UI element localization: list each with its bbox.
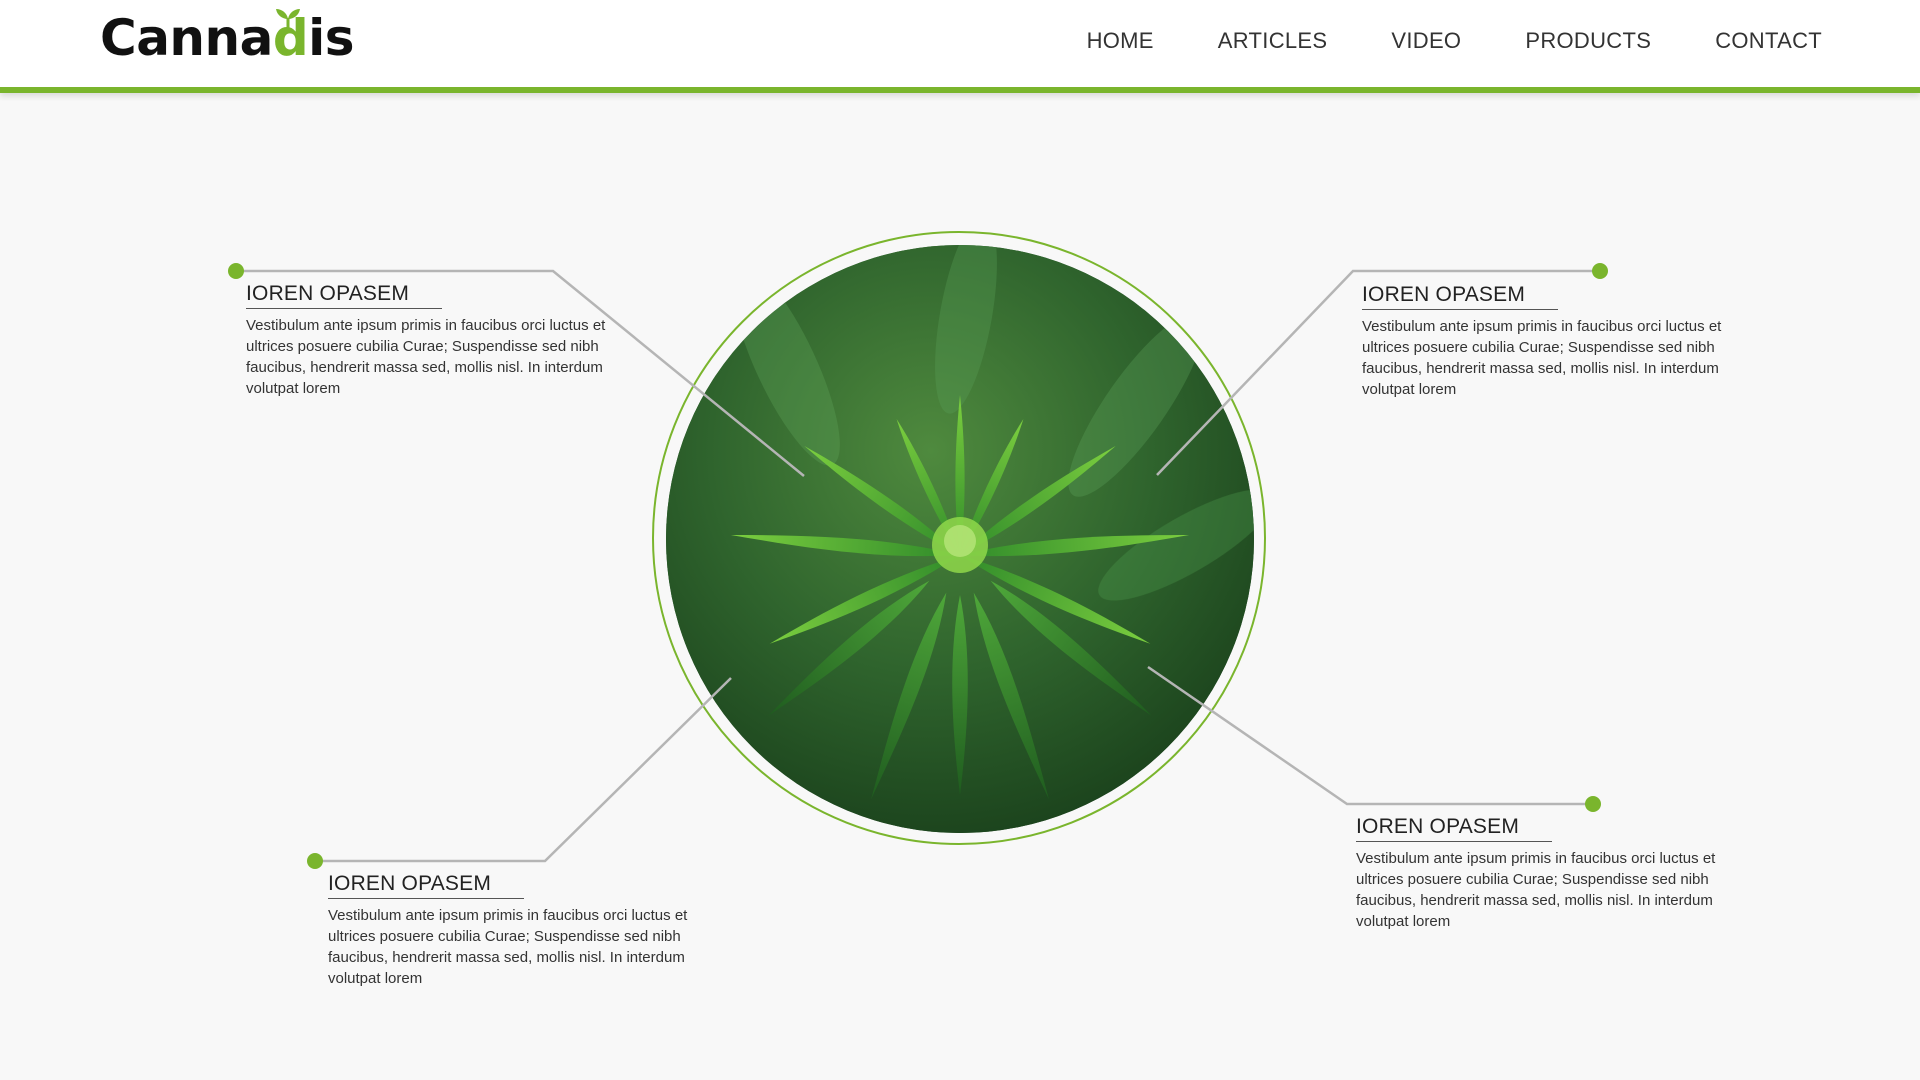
callout-text: Vestibulum ante ipsum primis in faucibus… [328, 907, 688, 987]
brand-name-prefix: Canna [100, 9, 273, 67]
connector-dot-bottom-left [307, 853, 323, 869]
connector-line-bottom-left [315, 677, 732, 863]
callout-top-right: IOREN OPASEM Vestibulum ante ipsum primi… [1362, 283, 1722, 400]
callout-title: IOREN OPASEM [1356, 815, 1552, 842]
callout-bottom-left: IOREN OPASEM Vestibulum ante ipsum primi… [328, 872, 688, 989]
callout-text: Vestibulum ante ipsum primis in faucibus… [1356, 850, 1716, 930]
callout-top-left: IOREN OPASEM Vestibulum ante ipsum primi… [246, 282, 606, 399]
callout-bottom-right: IOREN OPASEM Vestibulum ante ipsum primi… [1356, 815, 1716, 932]
nav-products[interactable]: PRODUCTS [1525, 28, 1651, 54]
leaf-sprout-icon [276, 9, 300, 30]
connector-dot-top-left [228, 263, 244, 279]
main-nav: HOME ARTICLES VIDEO PRODUCTS CONTACT [1087, 28, 1822, 54]
hero-plant-image [666, 245, 1254, 833]
callout-title: IOREN OPASEM [1362, 283, 1558, 310]
brand-logo[interactable]: Cannadis [100, 8, 355, 68]
connector-dot-top-right [1592, 263, 1608, 279]
cannabis-plant-illustration [666, 245, 1254, 833]
callout-title: IOREN OPASEM [246, 282, 442, 309]
callout-text: Vestibulum ante ipsum primis in faucibus… [246, 317, 606, 397]
nav-contact[interactable]: CONTACT [1715, 28, 1822, 54]
connector-dot-bottom-right [1585, 796, 1601, 812]
nav-video[interactable]: VIDEO [1391, 28, 1461, 54]
brand-name-suffix: is [308, 9, 355, 67]
nav-articles[interactable]: ARTICLES [1218, 28, 1328, 54]
brand-wordmark: Cannadis [100, 8, 355, 68]
site-header: Cannadis HOME ARTICLES VIDEO PRODUCTS CO… [0, 0, 1920, 93]
nav-home[interactable]: HOME [1087, 28, 1154, 54]
callout-title: IOREN OPASEM [328, 872, 524, 899]
callout-text: Vestibulum ante ipsum primis in faucibus… [1362, 318, 1722, 398]
